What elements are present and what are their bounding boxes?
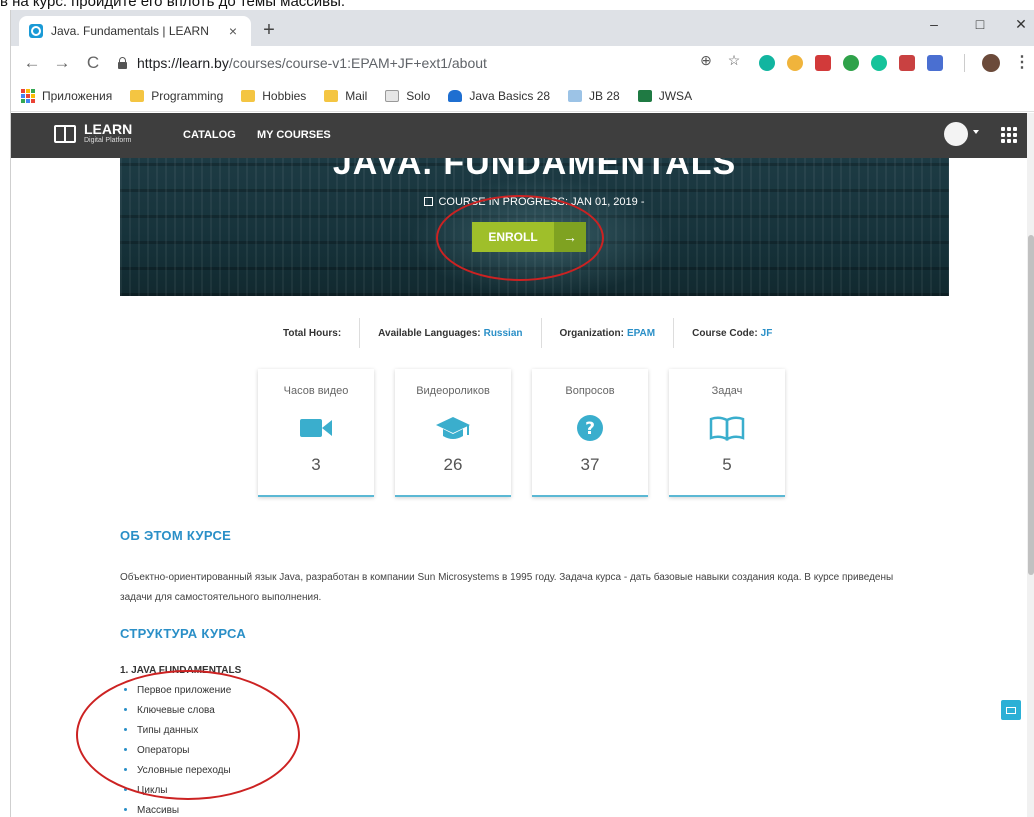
book-logo-icon [54, 124, 76, 143]
stat-value: 5 [722, 455, 732, 474]
annotation-circle-enroll [436, 195, 604, 281]
extension-evernote-icon[interactable] [843, 55, 859, 71]
svg-text:?: ? [585, 419, 595, 439]
scrollbar-thumb[interactable] [1028, 235, 1034, 575]
logo-title: LEARN [84, 121, 133, 137]
browser-tab[interactable]: Java. Fundamentals | LEARN × [19, 16, 251, 46]
stat-label: Задач [711, 385, 743, 397]
reload-button[interactable]: C [82, 53, 104, 73]
stat-card-tasks: Задач 5 [669, 369, 785, 497]
nav-catalog[interactable]: CATALOG [183, 129, 236, 141]
bookmark-label: JWSA [658, 88, 693, 103]
stat-card-questions: Вопросов ? 37 [532, 369, 648, 497]
bookmark-label: Hobbies [262, 88, 307, 103]
bookmark-label: JB 28 [589, 88, 620, 103]
stat-card-video-hours: Часов видео 3 [258, 369, 374, 497]
close-window-button[interactable]: ✕ [1006, 16, 1034, 33]
stat-value: 3 [311, 455, 321, 474]
extension-v-icon[interactable] [927, 55, 943, 71]
site-logo[interactable]: LEARN Digital Platform [54, 122, 132, 145]
new-tab-button[interactable]: + [259, 20, 279, 40]
bookmark-label: Programming [151, 88, 224, 103]
bookmark-label: Приложения [42, 88, 113, 103]
extension-m-icon[interactable] [759, 55, 775, 71]
stat-value: 26 [443, 455, 463, 474]
bookmark-jwsa[interactable]: JWSA [637, 88, 693, 103]
envelope-icon [1006, 706, 1016, 714]
cloud-icon [448, 89, 463, 102]
site-header: LEARN Digital Platform CATALOG MY COURSE… [11, 113, 1027, 158]
annotation-circle-lessons [76, 670, 300, 800]
bookmarks-bar: Приложения Programming Hobbies Mail Solo… [11, 80, 1034, 112]
graduation-cap-icon [436, 417, 470, 439]
maximize-button[interactable]: □ [965, 16, 995, 32]
chevron-down-icon[interactable] [973, 130, 979, 134]
folder-icon [130, 89, 145, 102]
video-camera-icon [300, 419, 332, 437]
organization: Organization: EPAM [542, 318, 675, 348]
bookmark-hobbies[interactable]: Hobbies [241, 89, 306, 103]
excel-icon [637, 89, 652, 102]
browser-profile-avatar[interactable] [982, 54, 1000, 72]
url-text: https://learn.by/courses/course-v1:EPAM+… [137, 55, 487, 71]
bookmark-mail[interactable]: Mail [324, 89, 367, 103]
zoom-icon[interactable]: ⊕ [697, 52, 715, 69]
course-code: Course Code: JF [692, 327, 773, 339]
bookmark-apps[interactable]: Приложения [21, 88, 113, 103]
bookmark-label: Mail [345, 88, 368, 103]
bookmark-solo[interactable]: Solo [385, 89, 430, 103]
stat-value: 37 [580, 455, 600, 474]
structure-section-title: СТРУКТУРА КУРСА [120, 626, 247, 641]
tab-bar: Java. Fundamentals | LEARN × + – □ ✕ [11, 10, 1034, 46]
stat-label: Видеороликов [416, 385, 490, 397]
bookmark-programming[interactable]: Programming [130, 89, 223, 103]
nav-my-courses[interactable]: MY COURSES [257, 129, 331, 141]
extension-flower-icon[interactable] [787, 55, 803, 71]
extension-grammarly-icon[interactable] [871, 55, 887, 71]
bookmark-jb28[interactable]: JB 28 [568, 89, 620, 103]
folder-icon [241, 89, 256, 102]
url-field[interactable]: https://learn.by/courses/course-v1:EPAM+… [117, 50, 737, 76]
about-description: Объектно-ориентированный язык Java, разр… [120, 572, 894, 603]
tab-close-icon[interactable]: × [225, 23, 241, 39]
lock-icon [117, 57, 127, 69]
c-icon [385, 89, 400, 102]
feedback-mail-button[interactable] [1001, 700, 1021, 720]
lesson-item[interactable]: Массивы [124, 805, 179, 816]
address-bar: ← → C https://learn.by/courses/course-v1… [11, 46, 1034, 80]
browser-window: Java. Fundamentals | LEARN × + – □ ✕ ← →… [10, 10, 1034, 817]
question-circle-icon: ? [577, 415, 603, 441]
available-languages: Available Languages: Russian [360, 318, 542, 348]
folder-icon [324, 89, 339, 102]
browser-menu-icon[interactable]: ⋮ [1014, 54, 1030, 72]
user-avatar[interactable] [944, 122, 968, 146]
toolbar-separator [964, 54, 965, 72]
course-title: JAVA. FUNDAMENTALS [332, 158, 737, 182]
minimize-button[interactable]: – [919, 16, 949, 32]
board-icon [568, 89, 583, 102]
calendar-icon [424, 197, 434, 206]
bookmark-java-basics[interactable]: Java Basics 28 [448, 89, 550, 103]
apps-icon [21, 88, 35, 103]
instruction-caption: в на курс: пройдите его вплоть до темы м… [0, 0, 346, 10]
bookmark-label: Java Basics 28 [469, 88, 551, 103]
stat-label: Вопросов [565, 385, 615, 397]
site-favicon-icon [29, 24, 43, 38]
total-hours: Total Hours: [265, 318, 361, 348]
extension-layers-icon[interactable] [815, 55, 831, 71]
tab-title: Java. Fundamentals | LEARN [51, 24, 209, 38]
course-info-row: Total Hours: Available Languages: Russian… [265, 318, 790, 348]
back-button[interactable]: ← [21, 53, 43, 73]
apps-grid-icon[interactable] [1001, 127, 1017, 143]
bookmark-label: Solo [406, 88, 431, 103]
about-section-title: ОБ ЭТОМ КУРСЕ [120, 528, 232, 543]
extension-pdf-icon[interactable] [899, 55, 915, 71]
bookmark-star-icon[interactable]: ☆ [725, 52, 743, 69]
stat-label: Часов видео [283, 385, 349, 397]
forward-button[interactable]: → [51, 53, 73, 73]
stat-card-videos: Видеороликов 26 [395, 369, 511, 497]
logo-subtitle: Digital Platform [84, 137, 132, 144]
open-book-icon [709, 416, 745, 442]
bullet-icon [124, 808, 127, 811]
